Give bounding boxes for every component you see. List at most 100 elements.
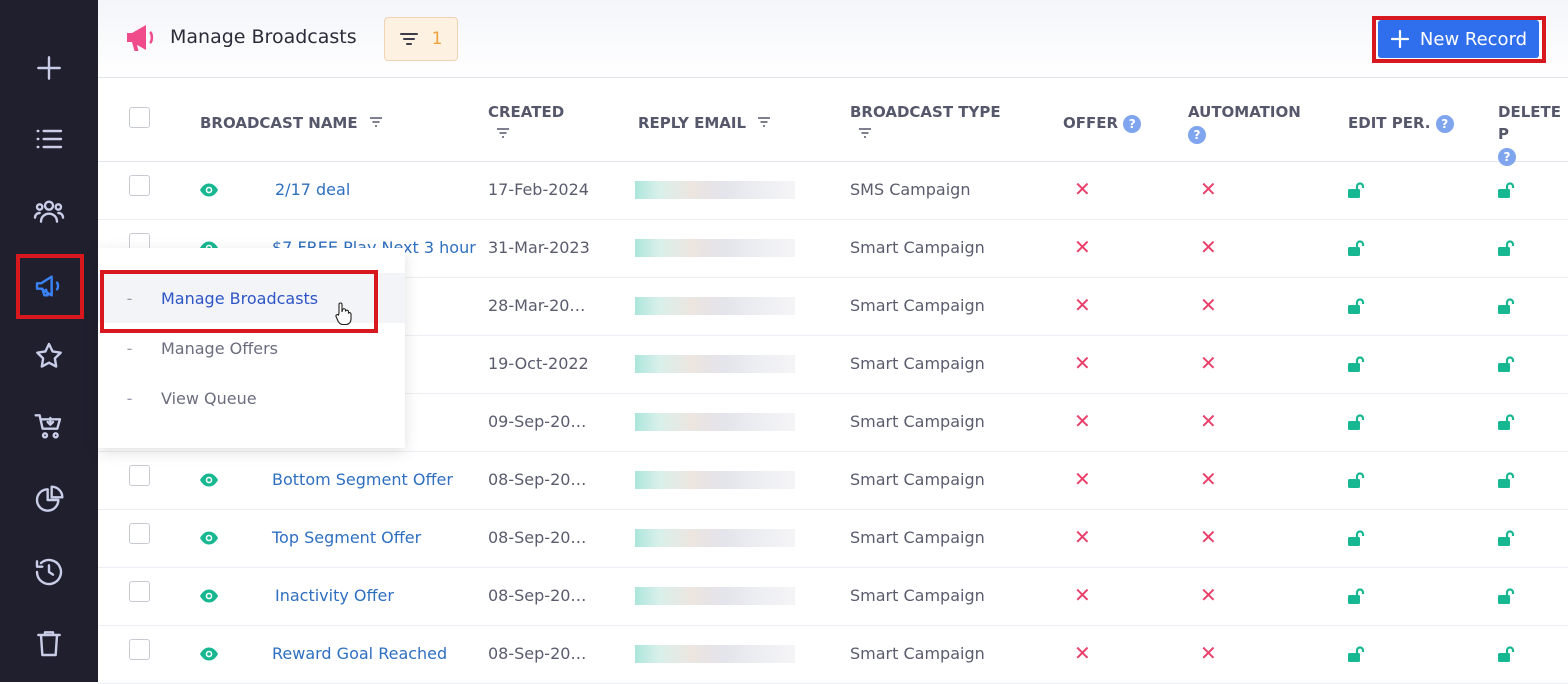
automation-cross-icon: ✕ xyxy=(1200,409,1217,433)
cart-icon[interactable] xyxy=(24,401,74,451)
plus-icon[interactable] xyxy=(24,43,74,93)
filter-count: 1 xyxy=(431,29,443,49)
unlock-icon[interactable] xyxy=(1346,413,1366,431)
new-record-highlight-box xyxy=(1372,16,1546,63)
eye-icon[interactable] xyxy=(199,588,219,604)
menu-item-label: Manage Offers xyxy=(161,338,279,358)
offer-cross-icon: ✕ xyxy=(1074,583,1091,607)
table-row[interactable]: Top Segment Offer 08-Sep-20… Smart Campaig… xyxy=(98,510,1568,568)
unlock-icon[interactable] xyxy=(1496,587,1516,605)
column-automation: AUTOMATION ? xyxy=(1188,103,1301,144)
offer-cross-icon: ✕ xyxy=(1074,351,1091,375)
table-row[interactable]: Bottom Segment Offer 08-Sep-20… Smart Camp… xyxy=(98,452,1568,510)
unlock-icon[interactable] xyxy=(1346,645,1366,663)
unlock-icon[interactable] xyxy=(1346,181,1366,199)
reply-email-redacted xyxy=(635,587,795,605)
offer-cross-icon: ✕ xyxy=(1074,525,1091,549)
menu-item-label: View Queue xyxy=(161,388,257,408)
automation-cross-icon: ✕ xyxy=(1200,467,1217,491)
broadcast-type: Smart Campaign xyxy=(850,412,985,431)
broadcast-name-link[interactable]: Reward Goal Reached xyxy=(272,644,447,663)
row-checkbox[interactable] xyxy=(129,175,150,196)
list-icon[interactable] xyxy=(24,114,74,164)
reply-email-redacted xyxy=(635,355,795,373)
unlock-icon[interactable] xyxy=(1496,239,1516,257)
unlock-icon[interactable] xyxy=(1496,471,1516,489)
column-offer: OFFER ? xyxy=(1063,112,1142,134)
row-checkbox[interactable] xyxy=(129,523,150,544)
sort-icon[interactable] xyxy=(496,127,510,139)
reply-email-redacted xyxy=(635,239,795,257)
table-row[interactable]: Inactivity Offer 08-Sep-20… Smart Campaign… xyxy=(98,568,1568,626)
broadcast-type: Smart Campaign xyxy=(850,238,985,257)
table-header: BROADCAST NAME CREATED REPLY EMAIL BROAD… xyxy=(98,79,1568,166)
help-icon[interactable]: ? xyxy=(1435,114,1454,133)
column-broadcast-type[interactable]: BROADCAST TYPE xyxy=(850,101,1001,145)
page-title: Manage Broadcasts xyxy=(170,26,357,48)
help-icon[interactable]: ? xyxy=(1123,114,1142,133)
automation-cross-icon: ✕ xyxy=(1200,177,1217,201)
filter-button[interactable]: 1 xyxy=(384,17,458,61)
filter-icon xyxy=(399,33,418,45)
broadcast-name-link[interactable]: Bottom Segment Offer xyxy=(272,470,453,489)
created-date: 19-Oct-2022 xyxy=(488,354,589,373)
unlock-icon[interactable] xyxy=(1346,587,1366,605)
row-checkbox[interactable] xyxy=(129,465,150,486)
broadcast-type: SMS Campaign xyxy=(850,180,971,199)
select-all-checkbox[interactable] xyxy=(129,107,150,128)
offer-cross-icon: ✕ xyxy=(1074,467,1091,491)
pie-chart-icon[interactable] xyxy=(24,475,74,525)
eye-icon[interactable] xyxy=(199,472,219,488)
unlock-icon[interactable] xyxy=(1496,413,1516,431)
unlock-icon[interactable] xyxy=(1346,297,1366,315)
unlock-icon[interactable] xyxy=(1496,297,1516,315)
menu-item-view-queue[interactable]: - View Queue xyxy=(98,373,405,423)
automation-cross-icon: ✕ xyxy=(1200,641,1217,665)
table-row[interactable]: Reward Goal Reached 08-Sep-20… Smart Campa… xyxy=(98,626,1568,684)
users-icon[interactable] xyxy=(24,186,74,236)
reply-email-redacted xyxy=(635,413,795,431)
offer-cross-icon: ✕ xyxy=(1074,177,1091,201)
column-reply-email[interactable]: REPLY EMAIL xyxy=(638,112,771,134)
unlock-icon[interactable] xyxy=(1496,355,1516,373)
trash-icon[interactable] xyxy=(24,618,74,668)
sort-icon[interactable] xyxy=(369,116,383,128)
star-icon[interactable] xyxy=(24,331,74,381)
offer-cross-icon: ✕ xyxy=(1074,641,1091,665)
eye-icon[interactable] xyxy=(199,646,219,662)
broadcast-name-link[interactable]: 2/17 deal xyxy=(275,180,350,199)
created-date: 08-Sep-20… xyxy=(488,586,587,605)
column-created[interactable]: CREATED xyxy=(488,101,564,145)
broadcast-type: Smart Campaign xyxy=(850,528,985,547)
megaphone-icon xyxy=(127,25,154,51)
broadcast-name-link[interactable]: Inactivity Offer xyxy=(275,586,394,605)
unlock-icon[interactable] xyxy=(1496,529,1516,547)
created-date: 08-Sep-20… xyxy=(488,528,587,547)
row-checkbox[interactable] xyxy=(129,639,150,660)
table-row[interactable]: 2/17 deal 17-Feb-2024 SMS Campaign ✕ ✕ xyxy=(98,162,1568,220)
offer-cross-icon: ✕ xyxy=(1074,293,1091,317)
eye-icon[interactable] xyxy=(199,530,219,546)
unlock-icon[interactable] xyxy=(1346,529,1366,547)
unlock-icon[interactable] xyxy=(1346,239,1366,257)
reply-email-redacted xyxy=(635,471,795,489)
unlock-icon[interactable] xyxy=(1496,181,1516,199)
created-date: 17-Feb-2024 xyxy=(488,180,589,199)
eye-icon[interactable] xyxy=(199,182,219,198)
created-date: 31-Mar-2023 xyxy=(488,238,590,257)
unlock-icon[interactable] xyxy=(1496,645,1516,663)
broadcast-name-link[interactable]: Top Segment Offer xyxy=(272,528,421,547)
created-date: 09-Sep-20… xyxy=(488,412,587,431)
column-broadcast-name[interactable]: BROADCAST NAME xyxy=(200,112,383,134)
unlock-icon[interactable] xyxy=(1346,355,1366,373)
history-icon[interactable] xyxy=(24,547,74,597)
row-checkbox[interactable] xyxy=(129,581,150,602)
automation-cross-icon: ✕ xyxy=(1200,525,1217,549)
help-icon[interactable]: ? xyxy=(1188,125,1206,144)
automation-cross-icon: ✕ xyxy=(1200,351,1217,375)
created-date: 28-Mar-20… xyxy=(488,296,586,315)
broadcast-type: Smart Campaign xyxy=(850,586,985,605)
sort-icon[interactable] xyxy=(858,127,872,139)
sort-icon[interactable] xyxy=(757,116,771,128)
unlock-icon[interactable] xyxy=(1346,471,1366,489)
